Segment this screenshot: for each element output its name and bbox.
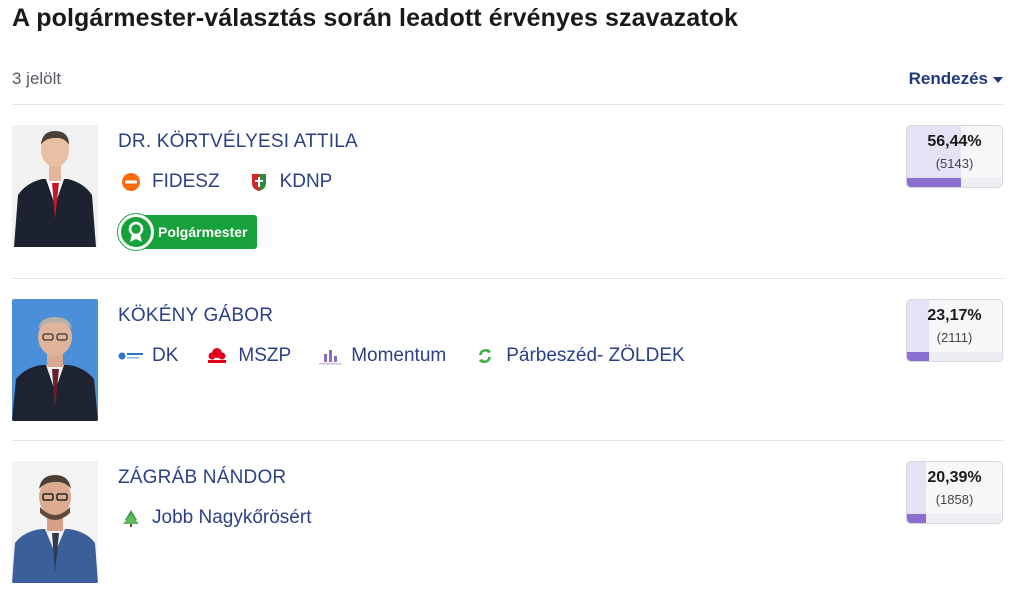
caret-down-icon	[993, 77, 1003, 83]
candidate-name[interactable]: DR. KÖRTVÉLYESI ATTILA	[118, 131, 358, 153]
party-list: FIDESZ KDNP	[118, 171, 358, 193]
dk-logo-icon	[118, 346, 144, 366]
party-name: FIDESZ	[152, 171, 220, 192]
candidate-name[interactable]: KÖKÉNY GÁBOR	[118, 305, 273, 327]
candidate-row: ZÁGRÁB NÁNDOR Jobb Nagykőrösért 20,39% (…	[12, 461, 1003, 585]
candidate-photo	[12, 299, 98, 421]
result-box: 20,39% (1858)	[906, 461, 1003, 524]
result-bar	[907, 514, 927, 523]
vote-count: (1858)	[935, 492, 974, 507]
candidate-row: KÖKÉNY GÁBOR DK MSZP Momentum Párbeszéd-…	[12, 299, 1003, 423]
vote-percent: 23,17%	[927, 307, 982, 324]
party-name: MSZP	[238, 345, 292, 366]
party-item[interactable]: Párbeszéd- ZÖLDEK	[472, 345, 685, 367]
party-item[interactable]: DK	[118, 345, 178, 367]
page-title: A polgármester-választás során leadott é…	[12, 4, 739, 32]
kdnp-logo-icon	[246, 172, 272, 192]
party-item[interactable]: FIDESZ	[118, 171, 220, 193]
candidate-name[interactable]: ZÁGRÁB NÁNDOR	[118, 467, 286, 489]
results-toolbar: 3 jelölt Rendezés	[12, 66, 1003, 92]
result-box: 56,44% (5143)	[906, 125, 1003, 188]
candidate-photo	[12, 461, 98, 583]
divider	[12, 278, 1003, 279]
vote-percent: 20,39%	[927, 469, 982, 486]
party-list: DK MSZP Momentum Párbeszéd- ZÖLDEK	[118, 345, 711, 367]
party-name: Jobb Nagykőrösért	[152, 507, 312, 528]
party-name: DK	[152, 345, 179, 366]
result-box: 23,17% (2111)	[906, 299, 1003, 362]
candidate-row: DR. KÖRTVÉLYESI ATTILA FIDESZ KDNP Polgá…	[12, 125, 1003, 250]
mayor-badge: Polgármester	[118, 214, 258, 250]
vote-count: (5143)	[935, 156, 974, 171]
party-list: Jobb Nagykőrösért	[118, 507, 337, 529]
party-item[interactable]: KDNP	[246, 171, 333, 193]
sort-label: Rendezés	[908, 69, 988, 88]
mayor-badge-label: Polgármester	[136, 215, 258, 249]
divider	[12, 104, 1003, 105]
jobb-nagykorosert-logo-icon	[118, 508, 144, 528]
mszp-logo-icon	[204, 346, 230, 366]
party-name: Momentum	[351, 345, 447, 366]
momentum-logo-icon	[317, 346, 343, 366]
vote-percent: 56,44%	[927, 133, 982, 150]
award-ribbon-icon	[118, 214, 154, 250]
party-item[interactable]: Momentum	[317, 345, 446, 367]
parbeszed-logo-icon	[472, 346, 498, 366]
result-bar	[907, 352, 929, 361]
party-item[interactable]: Jobb Nagykőrösért	[118, 507, 311, 529]
divider	[12, 440, 1003, 441]
party-name: Párbeszéd- ZÖLDEK	[506, 345, 685, 366]
fidesz-logo-icon	[118, 172, 144, 192]
vote-count: (2111)	[936, 330, 973, 345]
party-name: KDNP	[279, 171, 333, 192]
sort-button[interactable]: Rendezés	[909, 69, 1003, 89]
party-item[interactable]: MSZP	[204, 345, 291, 367]
candidate-count: 3 jelölt	[12, 69, 62, 88]
candidate-photo	[12, 125, 98, 247]
result-bar	[907, 178, 961, 187]
